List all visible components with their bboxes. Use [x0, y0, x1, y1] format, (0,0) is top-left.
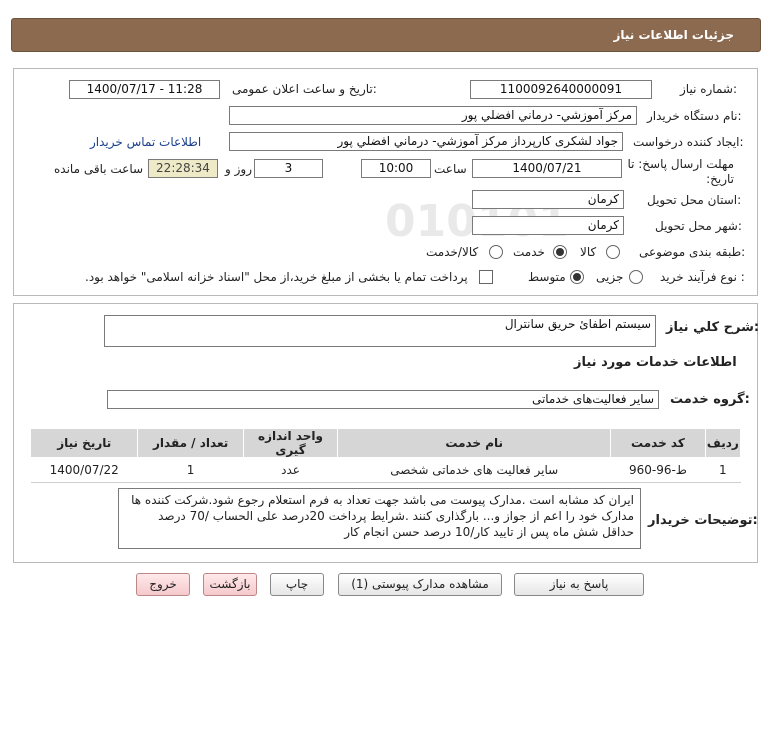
category-label: طبقه بندی موضوعی: [639, 245, 746, 259]
buyer-notes-label: توضیحات خریدار: [648, 513, 758, 528]
col-row: ردیف [704, 428, 742, 458]
table-row: 1 ط-96-960 سایر فعالیت های خدماتی شخصی ع… [30, 457, 741, 483]
treasury-checkbox[interactable] [479, 270, 493, 284]
announce-field: 1400/07/17 - 11:28 [69, 80, 220, 99]
back-button[interactable]: بازگشت [203, 573, 257, 596]
contact-info-link[interactable]: اطلاعات تماس خریدار [90, 135, 201, 149]
service-group-field: سایر فعالیت‌های خدماتی [107, 390, 659, 409]
col-unit: واحد اندازه گیری [242, 428, 339, 458]
countdown-timer: 22:28:34 [148, 159, 218, 178]
category-radio-both[interactable] [489, 245, 503, 259]
day-count-field: 3 [254, 159, 323, 178]
cell-need-date: 1400/07/22 [30, 457, 138, 483]
day-label: روز و [225, 162, 252, 176]
need-number-field: 1100092640000091 [470, 80, 652, 99]
purchase-option-minor: جزیی [596, 270, 624, 284]
cell-service-code: ط-96-960 [610, 457, 706, 483]
attachments-button[interactable]: مشاهده مدارک پیوستی (1) [338, 573, 502, 596]
creator-field: جواد لشکری کارپرداز مرکز آموزشي- درماني … [229, 132, 623, 151]
col-service-code: کد خدمت [610, 428, 706, 458]
service-group-label: گروه خدمت: [670, 392, 750, 407]
deadline-time-field: 10:00 [361, 159, 431, 178]
city-field: کرمان [472, 216, 624, 235]
buyer-field: مرکز آموزشي- درماني افضلي پور [229, 106, 637, 125]
col-need-date: تاریخ نیاز [29, 428, 139, 458]
exit-button[interactable]: خروج [136, 573, 190, 596]
table-header-row: ردیف کد خدمت نام خدمت واحد اندازه گیری ت… [29, 428, 742, 458]
category-option-service: خدمت [513, 245, 545, 259]
respond-button[interactable]: پاسخ به نیاز [514, 573, 644, 596]
cell-unit: عدد [243, 457, 338, 483]
cell-row: 1 [705, 457, 741, 483]
services-table-wrap: ردیف کد خدمت نام خدمت واحد اندازه گیری ت… [29, 428, 742, 483]
general-desc-field: سیستم اطفائ حریق سانترال [104, 315, 656, 347]
services-table: ردیف کد خدمت نام خدمت واحد اندازه گیری ت… [29, 428, 742, 483]
page-title: جزئیات اطلاعات نیاز [613, 28, 734, 42]
purchase-option-medium: متوسط [528, 270, 566, 284]
remaining-label: ساعت باقی مانده [54, 162, 144, 176]
deadline-date-field: 1400/07/21 [472, 159, 622, 178]
purchase-label: نوع فرآیند خرید : [660, 270, 745, 284]
buyer-label: نام دستگاه خریدار: [647, 109, 742, 123]
cell-service-name: سایر فعالیت های خدماتی شخصی [337, 457, 611, 483]
print-button[interactable]: چاپ [270, 573, 324, 596]
creator-label: ایجاد کننده درخواست: [633, 135, 744, 149]
province-field: کرمان [472, 190, 624, 209]
general-desc-label: شرح کلي نیاز: [666, 320, 760, 335]
purchase-radio-medium[interactable] [570, 270, 584, 284]
services-heading: اطلاعات خدمات مورد نیاز [574, 355, 737, 370]
announce-label: تاریخ و ساعت اعلان عمومی: [232, 82, 377, 96]
col-quantity: تعداد / مقدار [137, 428, 244, 458]
category-radio-goods[interactable] [606, 245, 620, 259]
col-service-name: نام خدمت [337, 428, 612, 458]
buyer-notes-text: ایران کد مشابه است .مدارک پیوست می باشد … [118, 488, 641, 549]
category-radio-service[interactable] [553, 245, 567, 259]
category-option-both: کالا/خدمت [426, 245, 479, 259]
deadline-time-label: ساعت [434, 162, 467, 176]
province-label: استان محل تحویل: [647, 193, 742, 207]
category-option-goods: کالا [580, 245, 597, 259]
payment-note: پرداخت تمام یا بخشی از مبلغ خرید،از محل … [85, 270, 468, 284]
city-label: شهر محل تحویل: [655, 219, 742, 233]
page-header: جزئیات اطلاعات نیاز [11, 18, 761, 52]
need-number-label: شماره نیاز: [680, 82, 738, 96]
cell-quantity: 1 [137, 457, 244, 483]
deadline-label: مهلت ارسال پاسخ: تا تاریخ: [627, 157, 734, 186]
purchase-radio-minor[interactable] [629, 270, 643, 284]
